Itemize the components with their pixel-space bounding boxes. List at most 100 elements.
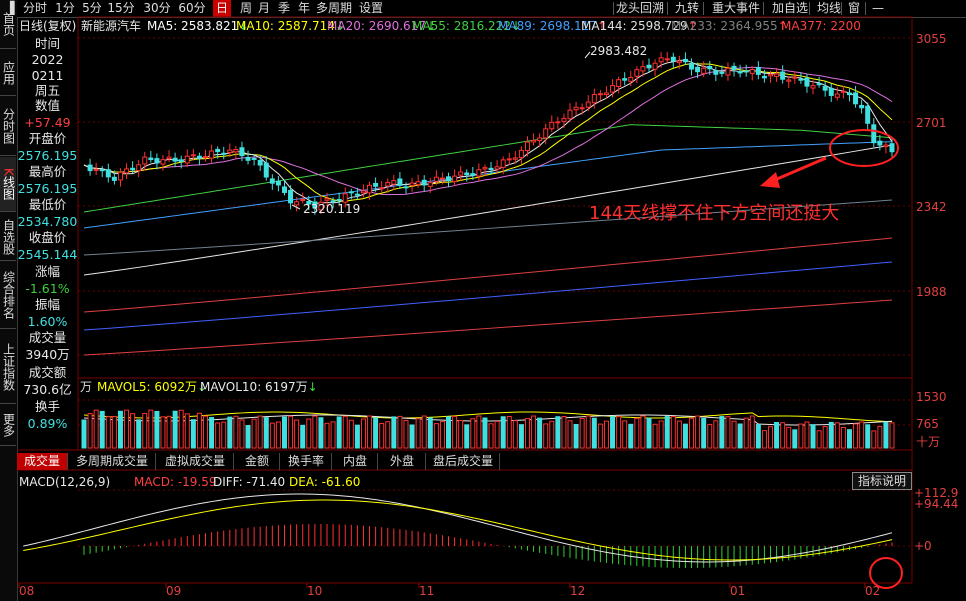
volume-bar bbox=[330, 421, 336, 449]
volume-bar bbox=[154, 410, 160, 449]
candle-body bbox=[865, 105, 871, 124]
candle-body bbox=[767, 73, 773, 77]
volume-bar bbox=[294, 419, 300, 449]
volume-bar bbox=[136, 419, 142, 449]
time-tick: 08 bbox=[19, 584, 35, 598]
info-volume-label: 成交量 bbox=[28, 330, 67, 345]
indicator-explain-button[interactable]: 指标说明 bbox=[852, 472, 912, 490]
candle-body bbox=[124, 168, 130, 174]
volume-bar bbox=[676, 420, 682, 449]
volume-bar bbox=[87, 413, 93, 449]
mavol10: MAVOL10: 6197万↓ bbox=[200, 380, 318, 394]
price-axis: 3055 2701 2342 1988 bbox=[912, 0, 966, 380]
volume-bar bbox=[579, 417, 585, 449]
candle-body bbox=[300, 199, 306, 202]
candle-body bbox=[804, 77, 810, 87]
price-tick: 3055 bbox=[916, 32, 947, 46]
volume-bar bbox=[263, 417, 269, 449]
indicator-tab-4[interactable]: 换手率 bbox=[281, 453, 332, 470]
volume-bar bbox=[689, 417, 695, 449]
info-amplitude-label: 振幅 bbox=[34, 297, 60, 312]
mavol5-value: MAVOL5: 6092万 bbox=[97, 380, 197, 394]
candle-body bbox=[215, 148, 221, 153]
candle-body bbox=[658, 57, 664, 63]
indicator-tab-7[interactable]: 盘后成交量 bbox=[427, 453, 500, 470]
volume-bar bbox=[300, 424, 306, 449]
volume-bar bbox=[810, 424, 816, 449]
candle-body bbox=[591, 94, 597, 104]
volume-bar bbox=[227, 416, 233, 449]
time-tick: 12 bbox=[570, 584, 586, 598]
candle-body bbox=[828, 87, 834, 96]
indicator-tab-0[interactable]: 成交量 bbox=[17, 453, 68, 470]
volume-bar bbox=[828, 421, 834, 449]
candle-body bbox=[634, 69, 640, 77]
volume-bar bbox=[798, 423, 804, 449]
candle-body bbox=[257, 159, 263, 166]
candle-body bbox=[761, 75, 767, 79]
info-close-label: 收盘价 bbox=[28, 230, 67, 245]
volume-bar bbox=[628, 423, 634, 449]
candle-body bbox=[263, 162, 269, 178]
indicator-tabs: 成交量 多周期成交量 虚拟成交量 金额 换手率 内盘 外盘 盘后成交量 bbox=[17, 453, 917, 470]
time-axis: 08 09 10 11 12 01 02 bbox=[17, 584, 912, 600]
ma-legend-item: MA5: 2583.821↓ bbox=[147, 19, 248, 33]
candle-body bbox=[294, 201, 300, 206]
volume-bar bbox=[749, 415, 755, 449]
candle-body bbox=[676, 60, 682, 64]
high-price-label: 2983.482 bbox=[590, 44, 648, 58]
indicator-tab-3[interactable]: 金额 bbox=[235, 453, 280, 470]
candle-body bbox=[439, 177, 445, 180]
volume-bar bbox=[409, 424, 415, 449]
candle-body bbox=[342, 193, 348, 203]
ma-value: MA10: 2587.714 bbox=[236, 19, 335, 33]
volume-bar bbox=[452, 415, 458, 449]
volume-bar bbox=[251, 418, 257, 449]
candle-body bbox=[269, 178, 275, 184]
candle-body bbox=[452, 175, 458, 183]
volume-bar bbox=[780, 422, 786, 449]
volume-bar bbox=[433, 423, 439, 449]
candle-body bbox=[719, 71, 725, 74]
info-date-year: 2022 bbox=[31, 52, 64, 67]
candle-body bbox=[99, 169, 105, 172]
candlesticks bbox=[87, 51, 895, 215]
volume-bar bbox=[446, 416, 452, 449]
volume-bar bbox=[427, 417, 433, 449]
volume-bar bbox=[555, 416, 561, 449]
info-value: +57.49 bbox=[24, 115, 71, 130]
volume-bar bbox=[816, 430, 822, 449]
volume-bar bbox=[719, 416, 725, 449]
macd-tick: +94.44 bbox=[914, 497, 959, 511]
candle-body bbox=[531, 139, 537, 143]
volume-bar bbox=[561, 416, 567, 449]
indicator-tab-2[interactable]: 虚拟成交量 bbox=[157, 453, 234, 470]
volume-bar bbox=[203, 415, 209, 449]
candle-body bbox=[755, 67, 761, 75]
candle-body bbox=[597, 93, 603, 96]
volume-bar bbox=[731, 420, 737, 449]
volume-bar bbox=[421, 415, 427, 449]
candle-body bbox=[373, 182, 379, 187]
volume-bar bbox=[269, 422, 275, 449]
vol-tick: 765 bbox=[916, 417, 939, 431]
indicator-tab-1[interactable]: 多周期成交量 bbox=[69, 453, 156, 470]
volume-bar bbox=[652, 423, 658, 449]
candle-body bbox=[239, 147, 245, 157]
volume-bar bbox=[306, 418, 312, 449]
indicator-tab-5[interactable]: 内盘 bbox=[333, 453, 378, 470]
mavol10-value: MAVOL10: 6197万 bbox=[200, 380, 308, 394]
candle-body bbox=[670, 56, 676, 62]
indicator-tab-6[interactable]: 外盘 bbox=[379, 453, 426, 470]
candle-body bbox=[792, 76, 798, 79]
volume-bar bbox=[853, 423, 859, 449]
time-tick: 02 bbox=[865, 584, 881, 598]
candle-body bbox=[889, 143, 895, 153]
candle-body bbox=[731, 65, 737, 71]
volume-bar bbox=[524, 418, 530, 449]
candle-body bbox=[427, 182, 433, 187]
info-amplitude: 1.60% bbox=[27, 314, 68, 329]
info-open: 2576.195 bbox=[17, 148, 78, 163]
info-low-label: 最低价 bbox=[28, 197, 67, 212]
volume-bar bbox=[348, 419, 354, 449]
